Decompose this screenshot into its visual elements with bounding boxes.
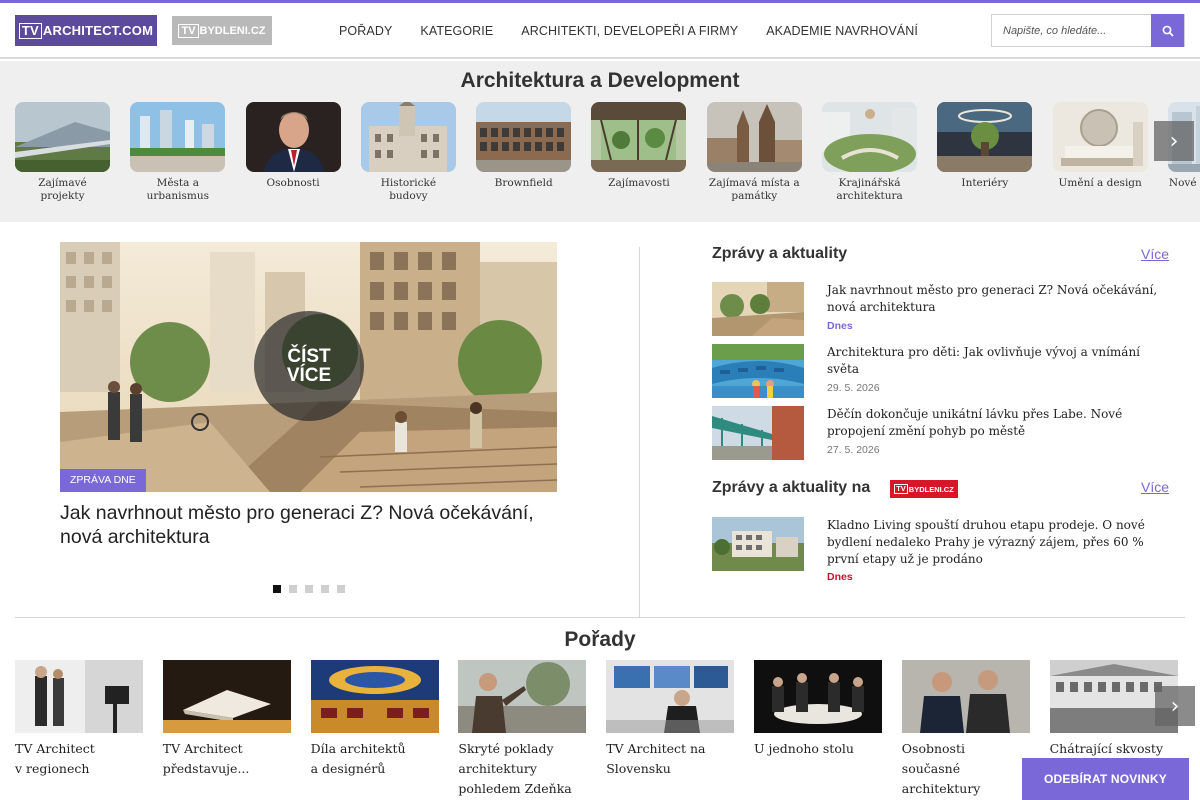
category-thumbnail [130, 102, 226, 172]
site-header: TV ARCHITECT.COM TV BYDLENI.CZ POŘADY KATE… [0, 3, 1200, 59]
category-item[interactable]: Zajímavé projekty [15, 102, 110, 203]
category-thumbnail [937, 102, 1033, 172]
slider-dot[interactable] [273, 585, 281, 593]
show-thumbnail [162, 660, 291, 733]
show-title: U jednoho stolu [753, 741, 854, 756]
news-thumbnail [712, 406, 804, 460]
tvbydleni-logo[interactable]: TV BYDLENI.CZ [172, 16, 272, 45]
category-thumbnail [591, 102, 687, 172]
section-divider [15, 617, 1185, 618]
category-thumbnail [706, 102, 802, 172]
nav-architekti[interactable]: ARCHITEKTI, DEVELOPEŘI A FIRMY [521, 24, 738, 38]
category-item[interactable]: Brownfield [476, 102, 572, 203]
show-item[interactable]: U jednoho stolu [753, 660, 882, 799]
column-divider [639, 247, 640, 617]
category-item[interactable]: Interiéry [937, 102, 1033, 203]
tvarchitect-logo[interactable]: TV ARCHITECT.COM [15, 15, 157, 46]
news-more-link[interactable]: Více [1141, 246, 1169, 262]
show-thumbnail [15, 660, 143, 733]
search-box [991, 14, 1185, 47]
category-item[interactable]: Historické budovy [360, 102, 456, 203]
shows-next-button[interactable]: › [1155, 686, 1195, 726]
category-item[interactable]: Krajinářská architektura [822, 102, 918, 203]
category-thumbnail [245, 102, 341, 172]
show-title: Skryté poklady architektury pohledem Zdeňk… [458, 741, 572, 796]
tvbydleni-badge[interactable]: TV BYDLENI.CZ [890, 480, 958, 498]
search-button[interactable] [1151, 14, 1184, 47]
slider-dot[interactable] [289, 585, 297, 593]
show-item[interactable]: TV Architect v regionech [15, 660, 143, 799]
shows-section-title: Pořady [564, 628, 636, 651]
show-item[interactable]: Skryté poklady architektury pohledem Zdeňk… [458, 660, 587, 799]
category-thumbnail [1052, 102, 1148, 172]
news2-more-link[interactable]: Více [1141, 479, 1169, 495]
show-title: Chátrající skvosty [1049, 741, 1164, 756]
slider-dot[interactable] [321, 585, 329, 593]
search-input[interactable] [992, 15, 1152, 46]
show-thumbnail [310, 660, 439, 733]
show-title: TV Architect na Slovensku [606, 741, 706, 776]
show-thumbnail [753, 660, 882, 733]
nav-kategorie[interactable]: KATEGORIE [420, 24, 493, 38]
category-thumbnail [822, 102, 918, 172]
show-title: TV Architect představuje... [162, 741, 250, 776]
category-band: Architektura a Development Zajímavé proj… [0, 61, 1200, 222]
show-thumbnail [606, 660, 735, 733]
show-item[interactable]: TV Architect na Slovensku [606, 660, 735, 799]
category-section-title: Architektura a Development [460, 69, 740, 92]
category-item[interactable]: Zajímavosti [591, 102, 687, 203]
chevron-right-icon: › [1169, 128, 1179, 154]
category-item[interactable]: Osobnosti [245, 102, 341, 203]
show-thumbnail [901, 660, 1030, 733]
read-more-button[interactable]: ČÍST VÍCE [254, 311, 364, 421]
news2-heading: Zprávy a aktuality na [712, 479, 871, 496]
category-item[interactable]: Zajímavá místa a památky [706, 102, 802, 203]
category-thumbnail [15, 102, 110, 172]
subscribe-button[interactable]: ODEBÍRAT NOVINKY [1022, 758, 1189, 800]
category-thumbnail [476, 102, 572, 172]
show-item[interactable]: TV Architect představuje... [162, 660, 291, 799]
news-thumbnail [712, 282, 804, 336]
show-title: Díla architektů a designérů [310, 741, 406, 776]
slider-dot[interactable] [305, 585, 313, 593]
slider-dot[interactable] [337, 585, 345, 593]
news-heading: Zprávy a aktuality [712, 245, 848, 262]
news-of-day-badge: ZPRÁVA DNE [60, 469, 146, 492]
slider-dots [273, 585, 353, 593]
category-item[interactable]: Umění a design [1052, 102, 1148, 203]
main-nav: POŘADY KATEGORIE ARCHITEKTI, DEVELOPEŘI … [325, 3, 932, 59]
show-title: Osobnosti současné architektury [901, 741, 981, 796]
search-icon [1162, 25, 1174, 37]
nav-porady[interactable]: POŘADY [339, 24, 392, 38]
category-next-button[interactable]: › [1154, 121, 1194, 161]
hero-title-link[interactable]: Jak navrhnout město pro generaci Z? Nová… [60, 501, 540, 549]
chevron-right-icon: › [1170, 693, 1180, 719]
news-thumbnail [712, 344, 804, 398]
show-item[interactable]: Díla architektů a designérů [310, 660, 439, 799]
show-thumbnail [458, 660, 587, 733]
show-item[interactable]: Osobnosti současné architektury [901, 660, 1030, 799]
show-list: TV Architect v regionech TV Architect před… [15, 660, 1197, 799]
news-thumbnail [712, 517, 804, 571]
category-thumbnail [360, 102, 456, 172]
show-title: TV Architect v regionech [15, 741, 95, 776]
nav-akademie[interactable]: AKADEMIE NAVRHOVÁNÍ [766, 24, 918, 38]
category-item[interactable]: Města a urbanismus [130, 102, 226, 203]
category-list: Zajímavé projekty Města a urbanismus Oso… [15, 102, 1200, 203]
